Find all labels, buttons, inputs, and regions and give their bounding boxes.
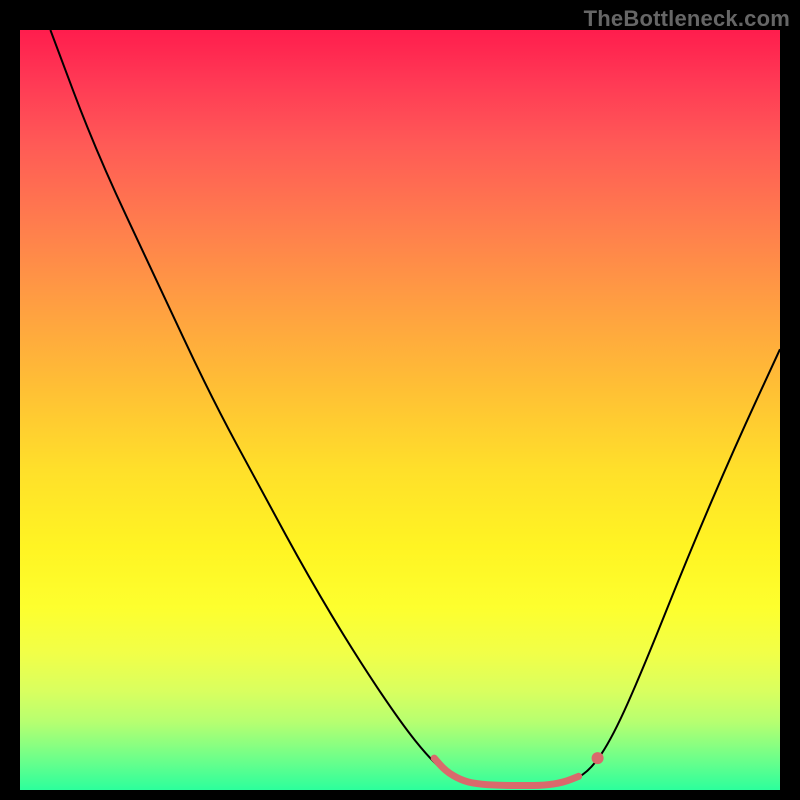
watermark-text: TheBottleneck.com [584, 6, 790, 32]
bottleneck-curve [50, 30, 780, 785]
marker-dot [592, 752, 604, 764]
sweet-spot-curve [434, 758, 578, 785]
chart-svg [20, 30, 780, 790]
chart-frame: TheBottleneck.com [0, 0, 800, 800]
plot-area [20, 30, 780, 790]
